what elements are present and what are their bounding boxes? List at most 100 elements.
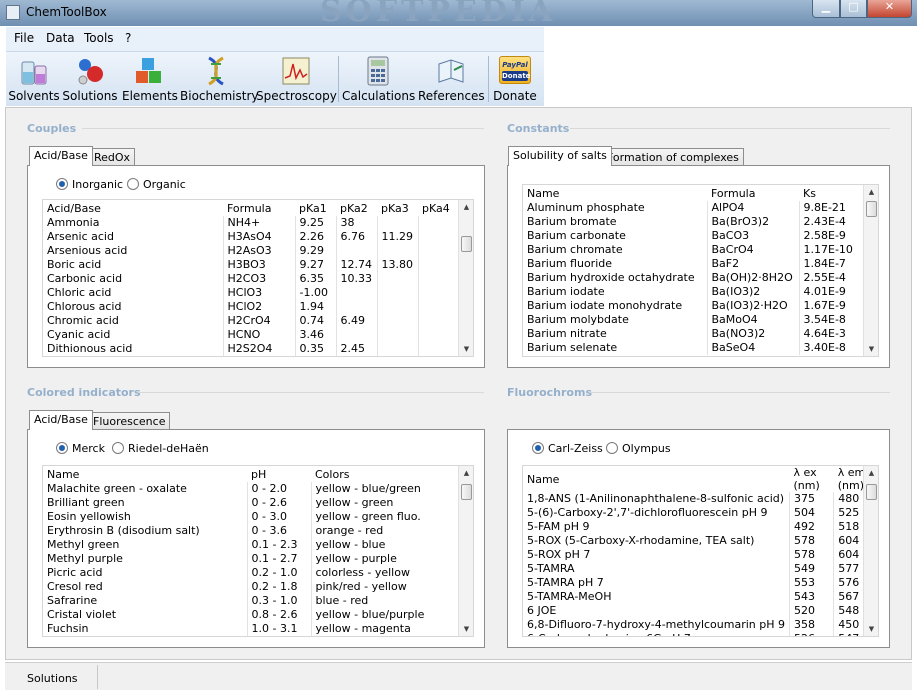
solutions-button[interactable]: Solutions xyxy=(62,54,118,106)
close-button[interactable]: ✕ xyxy=(867,0,912,18)
table-row[interactable]: 5-ROX (5-Carboxy-X-rhodamine, TEA salt) 5… xyxy=(523,534,878,548)
table-row[interactable]: 5-FAM pH 9 492 518 xyxy=(523,520,878,534)
fluorochroms-scrollbar[interactable]: ▲ ▼ xyxy=(863,466,878,636)
table-row[interactable]: 5-TAMRA pH 7 553 576 xyxy=(523,576,878,590)
table-row[interactable]: Arsenious acid H2AsO3 9.29 xyxy=(43,244,459,258)
table-row[interactable]: Barium bromate Ba(BrO3)2 2.43E-4 xyxy=(523,215,865,229)
tab-couples-redox[interactable]: RedOx xyxy=(89,148,136,166)
table-row[interactable]: Brilliant green 0 - 2.6 yellow - green xyxy=(43,496,461,510)
tab-formation-of-complexes[interactable]: Formation of complexes xyxy=(602,148,744,166)
couples-scrollbar[interactable]: ▲ ▼ xyxy=(458,200,473,356)
table-row[interactable]: 6 JOE 520 548 xyxy=(523,604,878,618)
table-row[interactable]: Cresol red 0.2 - 1.8 pink/red - yellow xyxy=(43,580,461,594)
minimize-button[interactable]: ▁ xyxy=(812,0,840,18)
column-header[interactable]: Name xyxy=(523,185,707,201)
table-row[interactable]: Barium nitrate Ba(NO3)2 4.64E-3 xyxy=(523,327,865,341)
table-row[interactable]: 6-Carboxyrhodamine 6G pH 7526547 xyxy=(523,632,878,636)
elements-button[interactable]: Elements xyxy=(122,54,178,106)
scroll-up-icon[interactable]: ▲ xyxy=(459,466,473,480)
table-row[interactable]: Arsenic acid H3AsO4 2.26 6.76 11.29 xyxy=(43,230,459,244)
scroll-down-icon[interactable]: ▼ xyxy=(864,342,878,356)
table-row[interactable]: Dithionous acid H2S2O4 0.35 2.45 xyxy=(43,342,459,356)
table-row[interactable]: Barium molybdate BaMoO4 3.54E-8 xyxy=(523,313,865,327)
table-row[interactable]: Aluminum phosphate AlPO4 9.8E-21 xyxy=(523,201,865,215)
table-row[interactable]: Barium carbonate BaCO3 2.58E-9 xyxy=(523,229,865,243)
references-button[interactable]: References xyxy=(418,54,485,106)
column-header[interactable]: Acid/Base xyxy=(43,200,223,216)
table-row[interactable]: Boric acid H3BO3 9.27 12.74 13.80 xyxy=(43,258,459,272)
donate-button[interactable]: PayPal Donate Donate xyxy=(492,54,538,106)
radio-carl-zeiss[interactable]: Carl-Zeiss xyxy=(532,442,603,455)
table-row[interactable]: Chlorous acid HClO2 1.94 xyxy=(43,300,459,314)
menu-tools[interactable]: Tools xyxy=(84,31,114,45)
scroll-down-icon[interactable]: ▼ xyxy=(864,622,878,636)
column-header[interactable]: pKa2 xyxy=(336,200,377,216)
scroll-thumb[interactable] xyxy=(461,484,472,500)
solvents-button[interactable]: Solvents xyxy=(8,54,60,106)
table-row[interactable]: 5-TAMRA-MeOH 543 567 xyxy=(523,590,878,604)
scroll-thumb[interactable] xyxy=(461,236,472,252)
table-row[interactable]: Methyl green 0.1 - 2.3 yellow - blue xyxy=(43,538,461,552)
table-row[interactable]: Barium fluoride BaF2 1.84E-7 xyxy=(523,257,865,271)
tab-couples-acid-base[interactable]: Acid/Base xyxy=(29,146,93,166)
table-row[interactable]: Barium selenate BaSeO4 3.40E-8 xyxy=(523,341,865,355)
column-header[interactable]: Ks xyxy=(799,185,865,201)
scroll-down-icon[interactable]: ▼ xyxy=(459,342,473,356)
table-row[interactable]: Methyl purple 0.1 - 2.7 yellow - purple xyxy=(43,552,461,566)
table-row[interactable]: 1,8-ANS (1-Anilinonaphthalene-8-sulfonic… xyxy=(523,492,878,506)
column-header[interactable]: Name xyxy=(43,466,247,482)
column-header[interactable]: Colors xyxy=(311,466,461,482)
scroll-down-icon[interactable]: ▼ xyxy=(459,622,473,636)
tab-solubility-of-salts[interactable]: Solubility of salts xyxy=(508,146,612,166)
scroll-thumb[interactable] xyxy=(866,201,877,217)
table-row[interactable]: Carbonic acid H2CO3 6.35 10.33 xyxy=(43,272,459,286)
table-row[interactable]: Ammonia NH4+ 9.25 38 xyxy=(43,216,459,230)
maximize-button[interactable]: □ xyxy=(840,0,867,18)
spectroscopy-button[interactable]: Spectroscopy xyxy=(256,54,337,106)
table-row[interactable]: Picric acid 0.2 - 1.0 colorless - yellow xyxy=(43,566,461,580)
table-row[interactable]: Barium iodate monohydrate Ba(IO3)2·H2O 1.6… xyxy=(523,299,865,313)
tab-indicators-acid-base[interactable]: Acid/Base xyxy=(29,410,93,430)
table-row[interactable]: Cristal violet 0.8 - 2.6 yellow - blue/pur… xyxy=(43,608,461,622)
table-row[interactable]: Barium hydroxide octahydrate Ba(OH)2·8H2O… xyxy=(523,271,865,285)
table-row[interactable]: Cyanic acid HCNO 3.46 xyxy=(43,328,459,342)
table-row[interactable]: Barium iodate Ba(IO3)2 4.01E-9 xyxy=(523,285,865,299)
radio-riedel-dehaen[interactable]: Riedel-deHaën xyxy=(112,442,209,455)
table-row[interactable]: Fuchsin 1.0 - 3.1 yellow - magenta xyxy=(43,622,461,636)
table-row[interactable]: 6,8-Difluoro-7-hydroxy-4-methylcoumarin … xyxy=(523,618,878,632)
table-row[interactable]: Chloric acid HClO3 -1.00 xyxy=(43,286,459,300)
menu-file[interactable]: File xyxy=(14,31,34,45)
column-header[interactable]: pKa1 xyxy=(295,200,336,216)
column-header[interactable]: Formula xyxy=(707,185,799,201)
table-row[interactable]: Erythrosin B (disodium salt) 0 - 3.6 orang… xyxy=(43,524,461,538)
column-header[interactable]: Formula xyxy=(223,200,295,216)
radio-olympus[interactable]: Olympus xyxy=(606,442,671,455)
menu-data[interactable]: Data xyxy=(46,31,75,45)
radio-merck[interactable]: Merck xyxy=(56,442,105,455)
table-row[interactable]: 5-ROX pH 7 578 604 xyxy=(523,548,878,562)
calculations-button[interactable]: Calculations xyxy=(342,54,415,106)
column-header[interactable]: pKa4 xyxy=(418,200,459,216)
column-header[interactable]: pKa3 xyxy=(377,200,418,216)
column-header[interactable]: λ ex (nm) xyxy=(789,466,834,492)
table-row[interactable]: Barium chromate BaCrO4 1.17E-10 xyxy=(523,243,865,257)
biochemistry-button[interactable]: Biochemistry xyxy=(180,54,259,106)
tab-fluorescence[interactable]: Fluorescence xyxy=(88,412,171,430)
menu-help[interactable]: ? xyxy=(125,31,131,45)
radio-inorganic[interactable]: Inorganic xyxy=(56,178,123,191)
table-row[interactable]: Eosin yellowish 0 - 3.0 yellow - green flu… xyxy=(43,510,461,524)
table-row[interactable]: Chromic acid H2CrO4 0.74 6.49 xyxy=(43,314,459,328)
scroll-up-icon[interactable]: ▲ xyxy=(864,185,878,199)
indicators-scrollbar[interactable]: ▲ ▼ xyxy=(458,466,473,636)
table-row[interactable]: Safrarine 0.3 - 1.0 blue - red xyxy=(43,594,461,608)
column-header[interactable]: pH xyxy=(247,466,311,482)
scroll-up-icon[interactable]: ▲ xyxy=(459,200,473,214)
scroll-up-icon[interactable]: ▲ xyxy=(864,466,878,480)
table-row[interactable]: 5-TAMRA 549 577 xyxy=(523,562,878,576)
constants-scrollbar[interactable]: ▲ ▼ xyxy=(863,185,878,356)
table-row[interactable]: 5-(6)-Carboxy-2',7'-dichlorofluorescein … xyxy=(523,506,878,520)
column-header[interactable]: Name xyxy=(523,466,790,492)
scroll-thumb[interactable] xyxy=(866,484,877,500)
radio-organic[interactable]: Organic xyxy=(127,178,186,191)
table-row[interactable]: Malachite green - oxalate 0 - 2.0 yellow -… xyxy=(43,482,461,496)
